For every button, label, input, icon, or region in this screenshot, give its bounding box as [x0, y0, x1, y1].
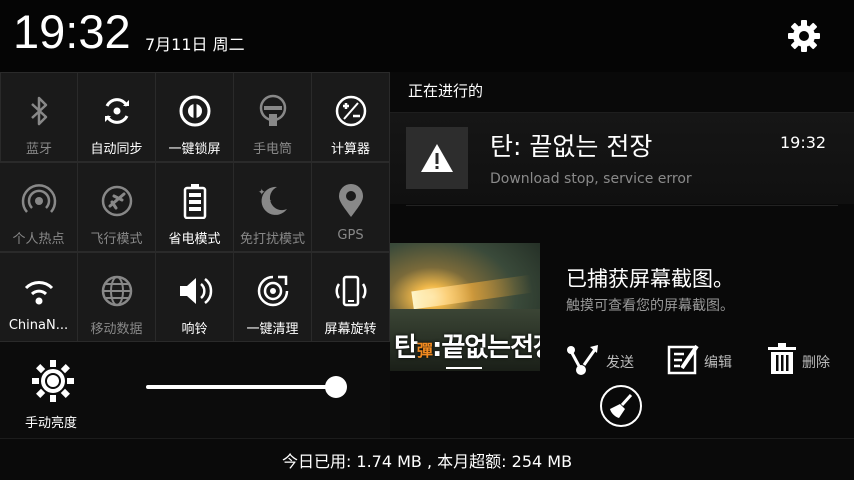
brightness-label: 手动亮度 — [25, 416, 78, 431]
data-usage-text: 今日已用: 1.74 MB , 本月超额: 254 MB — [281, 451, 573, 471]
logo-main: 탄 — [394, 333, 418, 363]
toggle-label: 免打扰模式 — [239, 232, 305, 247]
toggle-bluetooth[interactable]: 蓝牙 — [0, 72, 78, 162]
gps-icon — [333, 183, 369, 219]
warning-icon — [421, 144, 453, 172]
settings-button[interactable] — [782, 14, 826, 58]
toggle-label: 省电模式 — [168, 232, 221, 247]
toggle-label: 响铃 — [181, 322, 208, 337]
toggle-do-not-disturb[interactable]: ✦ ✦ 免打扰模式 — [234, 162, 312, 252]
toggle-screen-rotate[interactable]: 屏幕旋转 — [312, 252, 390, 342]
toggle-lock-screen[interactable]: 一键锁屏 — [156, 72, 234, 162]
auto-brightness-toggle[interactable] — [30, 358, 76, 404]
toggle-label: 计算器 — [330, 142, 370, 157]
screenshot-thumbnail[interactable]: 탄彈:끝없는전장 — [390, 243, 540, 371]
toggle-label: 蓝牙 — [25, 142, 52, 157]
toggle-label: 飞行模式 — [90, 232, 143, 247]
toggle-label: ChinaN... — [8, 318, 69, 333]
toggle-hotspot[interactable]: 个人热点 — [0, 162, 78, 252]
sync-icon — [99, 93, 135, 129]
toggle-mobile-data[interactable]: 移动数据 — [78, 252, 156, 342]
notification-title: 탄: 끝없는 전장 — [490, 132, 653, 161]
clock: 19:32 — [13, 5, 131, 58]
edit-icon — [667, 344, 699, 375]
toggle-label: 个人热点 — [12, 232, 65, 247]
broom-icon — [610, 393, 633, 418]
thumbnail-muzzle-flash — [411, 274, 533, 310]
screen-rotate-icon — [333, 273, 369, 309]
toggle-label: 屏幕旋转 — [324, 322, 377, 337]
delete-label: 删除 — [802, 355, 830, 371]
bluetooth-icon — [21, 93, 57, 129]
toggle-ringer[interactable]: 响铃 — [156, 252, 234, 342]
quick-clean-icon — [255, 273, 291, 309]
trash-icon — [768, 343, 796, 374]
edit-button[interactable]: 编辑 — [666, 336, 732, 376]
brightness-slider-thumb[interactable] — [325, 376, 347, 398]
airplane-icon — [99, 183, 135, 219]
toggle-flashlight[interactable]: 手电筒 — [234, 72, 312, 162]
toggle-wifi[interactable]: ChinaN... — [0, 252, 78, 342]
send-label: 发送 — [606, 355, 634, 371]
data-usage-bar: 今日已用: 1.74 MB , 本月超额: 254 MB — [0, 438, 854, 480]
toggle-auto-sync[interactable]: 自动同步 — [78, 72, 156, 162]
toggle-quick-clean[interactable]: 一键清理 — [234, 252, 312, 342]
mobile-data-icon — [99, 273, 135, 309]
toggle-battery-saver[interactable]: 省电模式 — [156, 162, 234, 252]
toggle-label: 一键清理 — [246, 322, 299, 337]
thumbnail-game-logo: 탄彈:끝없는전장 — [394, 327, 540, 364]
notification-subtitle: Download stop, service error — [490, 171, 692, 187]
ringer-icon — [177, 273, 213, 309]
clear-notifications-button[interactable] — [600, 385, 642, 427]
flashlight-icon — [255, 93, 291, 129]
toggle-label: 一键锁屏 — [168, 142, 221, 157]
share-icon — [567, 345, 598, 375]
calculator-icon — [333, 93, 369, 129]
notification-icon — [406, 127, 468, 189]
logo-accent: 彈 — [416, 341, 433, 360]
wifi-icon — [21, 273, 57, 309]
hotspot-icon — [21, 183, 57, 219]
brightness-icon — [32, 360, 74, 402]
svg-text:✦: ✦ — [258, 188, 266, 198]
gear-icon — [788, 20, 820, 52]
status-header: 19:32 7月11日 周二 — [0, 0, 854, 72]
toggle-label: GPS — [337, 228, 364, 243]
toggle-calculator[interactable]: 计算器 — [312, 72, 390, 162]
toggle-label: 手电筒 — [252, 142, 292, 157]
screenshot-subtitle: 触摸可查看您的屏幕截图。 — [566, 298, 734, 314]
toggle-airplane[interactable]: 飞行模式 — [78, 162, 156, 252]
brightness-slider[interactable] — [146, 385, 336, 389]
thumbnail-bar — [446, 367, 482, 369]
send-button[interactable]: 发送 — [566, 336, 634, 376]
svg-text:✦: ✦ — [266, 197, 272, 205]
delete-button[interactable]: 删除 — [766, 336, 830, 376]
ongoing-header: 正在进行的 — [408, 82, 484, 100]
notification-time: 19:32 — [780, 133, 827, 152]
toggle-gps[interactable]: GPS — [312, 162, 390, 252]
battery-saver-icon — [177, 183, 213, 219]
lock-screen-icon — [177, 93, 213, 129]
screenshot-title: 已捕获屏幕截图。 — [566, 267, 734, 291]
toggle-label: 自动同步 — [90, 142, 143, 157]
date-label: 7月11日 周二 — [145, 35, 245, 54]
logo-rest: :끝없는전장 — [431, 333, 540, 363]
toggle-label: 移动数据 — [90, 322, 143, 337]
edit-label: 编辑 — [704, 355, 732, 371]
quick-settings-grid: 蓝牙 自动同步 一键锁屏 手电筒 计算器 个人热点 飞行模式 省电模式 ✦ ✦ … — [0, 72, 390, 342]
divider — [406, 205, 838, 206]
notification-item[interactable]: 탄: 끝없는 전장 Download stop, service error 1… — [390, 112, 854, 204]
do-not-disturb-icon: ✦ ✦ — [255, 183, 291, 219]
